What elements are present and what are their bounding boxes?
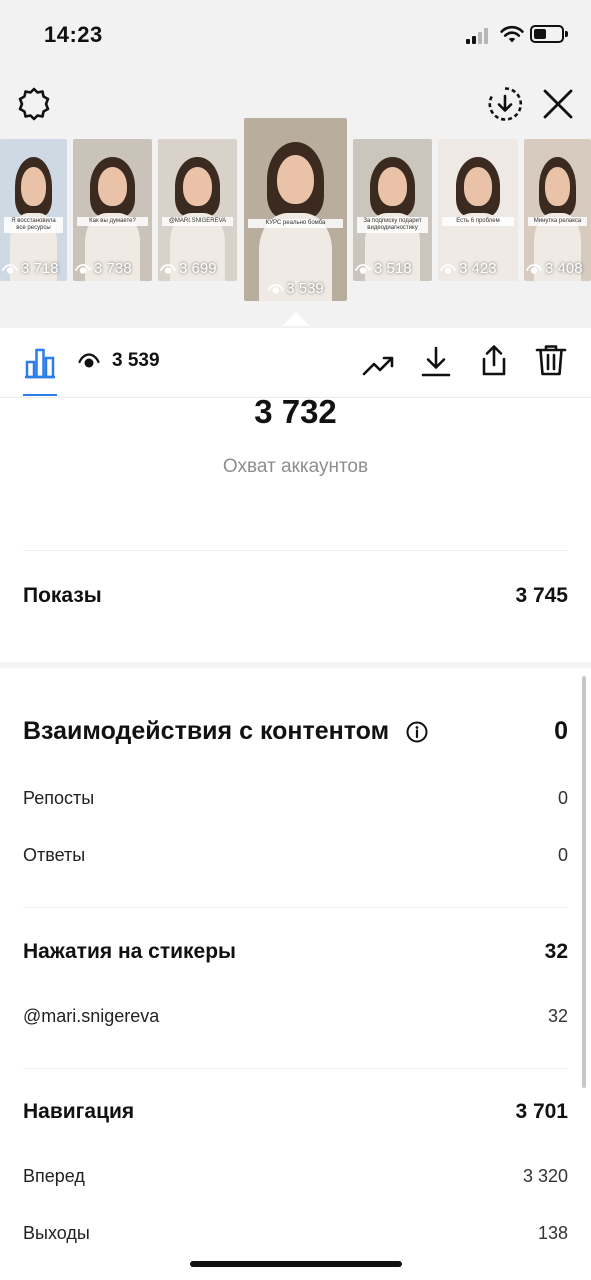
person-face	[98, 167, 127, 206]
eye-icon	[440, 263, 456, 274]
toolbar-views-count: 3 539	[112, 350, 160, 371]
interactions-item-row: Ответы 0	[23, 845, 568, 866]
thumbnail-views: 3 423	[440, 260, 497, 277]
eye-icon	[267, 283, 284, 294]
info-icon[interactable]	[406, 721, 428, 743]
navigation-label: Навигация	[23, 1100, 135, 1123]
navigation-row: Навигация 3 701	[23, 1100, 568, 1124]
eye-icon	[160, 263, 176, 274]
thumbnail-caption: Как вы думаете?	[77, 217, 148, 227]
impressions-label: Показы	[23, 584, 102, 607]
thumbnail-caption: Я восстановила все ресурсы	[4, 217, 63, 234]
impressions-value: 3 745	[515, 584, 568, 607]
person-face	[378, 167, 407, 206]
story-thumbnail[interactable]: Есть 6 проблем 3 423	[438, 139, 518, 281]
thumbnail-views: 3 718	[2, 260, 59, 277]
home-indicator[interactable]	[190, 1261, 402, 1267]
person-face	[463, 167, 493, 206]
person-face	[21, 167, 46, 206]
exits-label: Выходы	[23, 1223, 90, 1243]
eye-icon	[78, 353, 100, 368]
download-circle-icon[interactable]	[487, 86, 523, 122]
close-icon[interactable]	[540, 86, 576, 122]
eye-icon	[75, 263, 91, 274]
reach-label: Охват аккаунтов	[222, 456, 369, 477]
trash-icon[interactable]	[534, 343, 568, 377]
interactions-item-row: Репосты 0	[23, 788, 568, 809]
person-face	[183, 167, 212, 206]
thumbnail-caption: Есть 6 проблем	[442, 217, 514, 227]
thumbnail-caption: За подписку подарит видеодиагностику	[357, 217, 428, 234]
share-icon[interactable]	[477, 343, 511, 377]
impressions-row: Показы 3 745	[23, 584, 568, 608]
gear-icon[interactable]	[16, 86, 52, 122]
status-bar: 14:23	[0, 0, 591, 70]
divider	[23, 1068, 568, 1069]
scrollbar[interactable]	[582, 676, 586, 1088]
replies-label: Ответы	[23, 845, 86, 865]
story-thumbnail[interactable]: Минутка релакса 3 408	[524, 139, 591, 281]
navigation-item-row: Вперед 3 320	[23, 1166, 568, 1187]
wifi-icon	[500, 25, 524, 43]
selection-pointer	[282, 312, 310, 326]
interactions-row: Взаимодействия с контентом 0	[23, 717, 568, 746]
sticker-taps-label: Нажатия на стикеры	[23, 940, 236, 963]
thumbnail-views: 3 738	[75, 260, 132, 277]
eye-icon	[355, 263, 371, 274]
reposts-value: 0	[557, 788, 568, 808]
sticker-taps-row: Нажатия на стикеры 32	[23, 940, 568, 964]
sticker-taps-value: 32	[544, 940, 568, 963]
person-face	[545, 167, 570, 206]
eye-icon	[2, 263, 18, 274]
toolbar-views: 3 539	[78, 350, 160, 372]
story-thumbnail[interactable]: Как вы думаете? 3 738	[73, 139, 152, 281]
story-thumbnail[interactable]: Я восстановила все ресурсы 3 718	[0, 139, 67, 281]
forward-value: 3 320	[522, 1166, 568, 1186]
navigation-value: 3 701	[515, 1100, 568, 1123]
replies-value: 0	[557, 845, 568, 865]
thumbnail-views: 3 518	[355, 260, 412, 277]
thumbnail-views: 3 408	[526, 260, 583, 277]
thumbnail-caption: КУРС реально бомба	[248, 218, 343, 228]
thumbnail-views: 3 539	[267, 280, 324, 297]
thumbnail-views: 3 699	[160, 260, 217, 277]
person-face	[276, 154, 315, 204]
status-time: 14:23	[44, 22, 103, 47]
thumbnail-caption: Минутка релакса	[528, 217, 587, 227]
bar-chart-icon[interactable]	[23, 346, 57, 380]
forward-label: Вперед	[23, 1166, 85, 1186]
interactions-value: 0	[554, 717, 568, 745]
story-thumbnail[interactable]: За подписку подарит видеодиагностику 3 51…	[353, 139, 432, 281]
battery-icon	[530, 25, 568, 43]
sticker-item-row[interactable]: @mari.snigereva 32	[23, 1006, 568, 1027]
interactions-label: Взаимодействия с контентом	[23, 717, 390, 745]
exits-value: 138	[537, 1223, 568, 1243]
section-gap	[0, 662, 591, 668]
mention-sticker-label[interactable]: @mari.snigereva	[23, 1006, 159, 1027]
download-icon[interactable]	[419, 345, 453, 379]
trending-up-icon[interactable]	[362, 348, 396, 382]
mention-sticker-value: 32	[547, 1006, 568, 1026]
navigation-item-row: Выходы 138	[23, 1223, 568, 1244]
divider	[23, 907, 568, 908]
reposts-label: Репосты	[23, 788, 95, 808]
cellular-signal-icon	[466, 28, 492, 44]
story-thumbnail[interactable]: @MARI.SNIGEREVA 3 699	[158, 139, 237, 281]
eye-icon	[526, 263, 542, 274]
divider	[23, 550, 568, 551]
story-thumbnail-active[interactable]: КУРС реально бомба 3 539	[244, 118, 347, 301]
reach-value: 3 732	[254, 393, 337, 430]
thumbnail-caption: @MARI.SNIGEREVA	[162, 217, 233, 227]
story-toolbar: 3 539	[0, 328, 591, 398]
